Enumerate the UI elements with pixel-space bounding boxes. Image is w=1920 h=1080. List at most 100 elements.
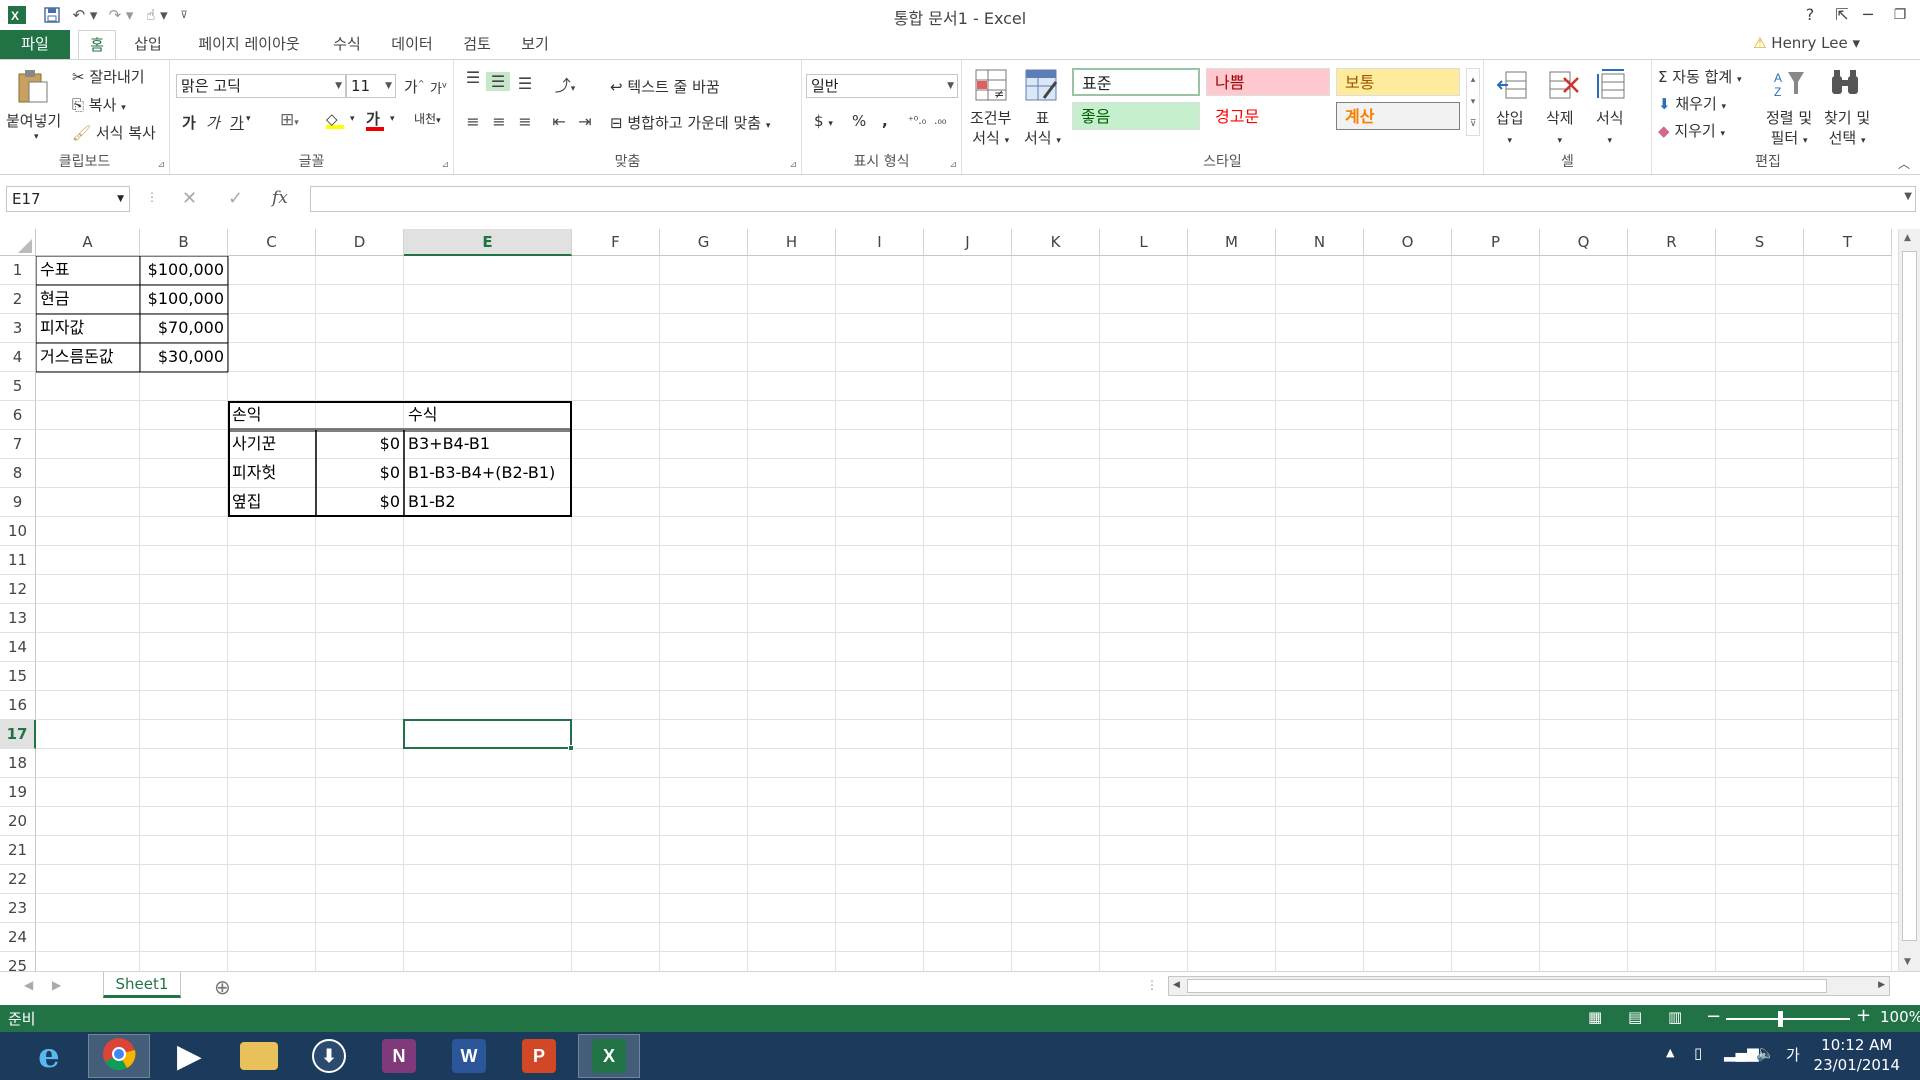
shrink-font-button[interactable]: 가v: [430, 78, 447, 97]
comma-button[interactable]: ,: [882, 112, 888, 130]
paste-dropdown-icon[interactable]: ▾: [34, 132, 39, 142]
cell-d7[interactable]: $0: [316, 430, 404, 459]
row-header-18[interactable]: 18: [0, 749, 36, 778]
style-good[interactable]: 좋음: [1072, 102, 1200, 130]
column-header-a[interactable]: A: [36, 229, 140, 256]
insert-function-icon[interactable]: fx: [272, 188, 288, 208]
cell-b2[interactable]: $100,000: [140, 285, 228, 314]
column-header-k[interactable]: K: [1012, 229, 1100, 256]
expand-formula-bar-icon[interactable]: ▼: [1904, 191, 1912, 202]
align-bottom-icon[interactable]: ☰: [514, 74, 536, 93]
grow-font-button[interactable]: 가^: [404, 76, 425, 97]
row-header-2[interactable]: 2: [0, 285, 36, 314]
column-header-o[interactable]: O: [1364, 229, 1452, 256]
column-header-m[interactable]: M: [1188, 229, 1276, 256]
column-header-p[interactable]: P: [1452, 229, 1540, 256]
sort-filter-icon[interactable]: AZ: [1772, 66, 1806, 100]
tab-page-layout[interactable]: 페이지 레이아웃: [186, 30, 312, 60]
row-header-3[interactable]: 3: [0, 314, 36, 343]
column-header-b[interactable]: B: [140, 229, 228, 256]
enter-icon[interactable]: ✓: [228, 188, 243, 209]
cell-b4[interactable]: $30,000: [140, 343, 228, 372]
row-header-13[interactable]: 13: [0, 604, 36, 633]
network-icon[interactable]: ▂▄▆: [1724, 1044, 1759, 1062]
delete-cells-icon[interactable]: [1546, 68, 1580, 102]
font-name-select[interactable]: 맑은 고딕 ▼: [176, 74, 346, 98]
cell-d8[interactable]: $0: [316, 459, 404, 488]
name-box[interactable]: E17 ▼: [6, 186, 130, 212]
find-select-icon[interactable]: [1828, 66, 1862, 100]
sheet-nav-prev-icon[interactable]: ◀: [24, 978, 33, 992]
scroll-left-icon[interactable]: ◀: [1173, 980, 1180, 990]
cell-a3[interactable]: 피자값: [36, 314, 140, 343]
row-header-20[interactable]: 20: [0, 807, 36, 836]
row-header-15[interactable]: 15: [0, 662, 36, 691]
number-launcher-icon[interactable]: ⊿: [949, 160, 957, 170]
alignment-launcher-icon[interactable]: ⊿: [789, 160, 797, 170]
bold-button[interactable]: 가: [182, 112, 196, 133]
column-header-q[interactable]: Q: [1540, 229, 1628, 256]
find-select-label[interactable]: 찾기 및 선택 ▾: [1824, 108, 1870, 151]
horizontal-scroll-thumb[interactable]: [1187, 979, 1827, 993]
column-header-h[interactable]: H: [748, 229, 836, 256]
style-neutral[interactable]: 보통: [1336, 68, 1460, 96]
row-header-1[interactable]: 1: [0, 256, 36, 285]
cell-e9[interactable]: B1-B2: [404, 488, 572, 517]
font-color-button[interactable]: 가: [366, 108, 384, 131]
volume-icon[interactable]: 🔈: [1756, 1044, 1775, 1062]
underline-dropdown-icon[interactable]: ▾: [246, 114, 251, 124]
style-warning[interactable]: 경고문: [1206, 102, 1330, 130]
percent-button[interactable]: %: [852, 112, 866, 130]
worksheet-grid[interactable]: ABCDEFGHIJKLMNOPQRST 1 2 3 4 5 6 7 8 9 10 11 12 13 14…: [0, 229, 1920, 971]
row-header-4[interactable]: 4: [0, 343, 36, 372]
cancel-icon[interactable]: ✕: [182, 188, 197, 209]
column-header-d[interactable]: D: [316, 229, 404, 256]
zoom-slider[interactable]: [1726, 1018, 1850, 1020]
scroll-up-icon[interactable]: ▲: [1904, 233, 1911, 243]
scroll-right-icon[interactable]: ▶: [1878, 980, 1885, 990]
close-button[interactable]: ✕: [1910, 2, 1920, 28]
cell-e8[interactable]: B1-B3-B4+(B2-B1): [404, 459, 572, 488]
sheet-tab-sheet1[interactable]: Sheet1: [103, 972, 181, 998]
insert-cells-label[interactable]: 삽입 ▾: [1496, 108, 1524, 151]
row-header-12[interactable]: 12: [0, 575, 36, 604]
format-cells-label[interactable]: 서식 ▾: [1596, 108, 1624, 151]
cell-e7[interactable]: B3+B4-B1: [404, 430, 572, 459]
font-size-select[interactable]: 11 ▼: [346, 74, 396, 98]
fill-dropdown-icon[interactable]: ▾: [350, 114, 355, 124]
ime-indicator[interactable]: 가: [1786, 1044, 1800, 1065]
zoom-slider-thumb[interactable]: [1778, 1011, 1783, 1027]
show-hidden-icons-icon[interactable]: ▲: [1666, 1046, 1674, 1059]
format-cells-icon[interactable]: [1596, 68, 1630, 102]
taskbar-onenote[interactable]: N: [368, 1034, 430, 1078]
zoom-in-icon[interactable]: +: [1856, 1005, 1871, 1026]
sort-filter-label[interactable]: 정렬 및 필터 ▾: [1766, 108, 1812, 151]
row-header-17[interactable]: 17: [0, 720, 36, 749]
horizontal-scrollbar[interactable]: ◀ ▶: [1168, 976, 1890, 996]
page-break-view-icon[interactable]: ▥: [1668, 1008, 1682, 1026]
phonetic-icon[interactable]: 내천▾: [414, 110, 441, 127]
minimize-button[interactable]: ─: [1852, 2, 1884, 28]
align-top-icon[interactable]: ☰: [462, 68, 484, 87]
copy-button[interactable]: ⎘ 복사 ▾: [72, 94, 126, 115]
row-header-16[interactable]: 16: [0, 691, 36, 720]
column-header-f[interactable]: F: [572, 229, 660, 256]
taskbar-excel[interactable]: X: [578, 1034, 640, 1078]
style-normal[interactable]: 표준: [1072, 68, 1200, 96]
increase-indent-icon[interactable]: ⇥: [574, 112, 596, 131]
column-header-r[interactable]: R: [1628, 229, 1716, 256]
tab-view[interactable]: 보기: [514, 30, 556, 60]
paste-label[interactable]: 붙여넣기: [6, 110, 61, 131]
cell-a1[interactable]: 수표: [36, 256, 140, 285]
taskbar-ie[interactable]: e: [18, 1034, 80, 1078]
taskbar-powerpoint[interactable]: P: [508, 1034, 570, 1078]
column-header-l[interactable]: L: [1100, 229, 1188, 256]
row-header-22[interactable]: 22: [0, 865, 36, 894]
scroll-down-icon[interactable]: ▼: [1904, 957, 1911, 967]
select-all-corner[interactable]: [0, 229, 36, 256]
borders-icon[interactable]: ⊞▾: [280, 110, 299, 130]
cell-b3[interactable]: $70,000: [140, 314, 228, 343]
align-right-icon[interactable]: ≡: [514, 112, 536, 131]
row-header-5[interactable]: 5: [0, 372, 36, 401]
align-middle-icon[interactable]: ☰: [486, 72, 510, 91]
